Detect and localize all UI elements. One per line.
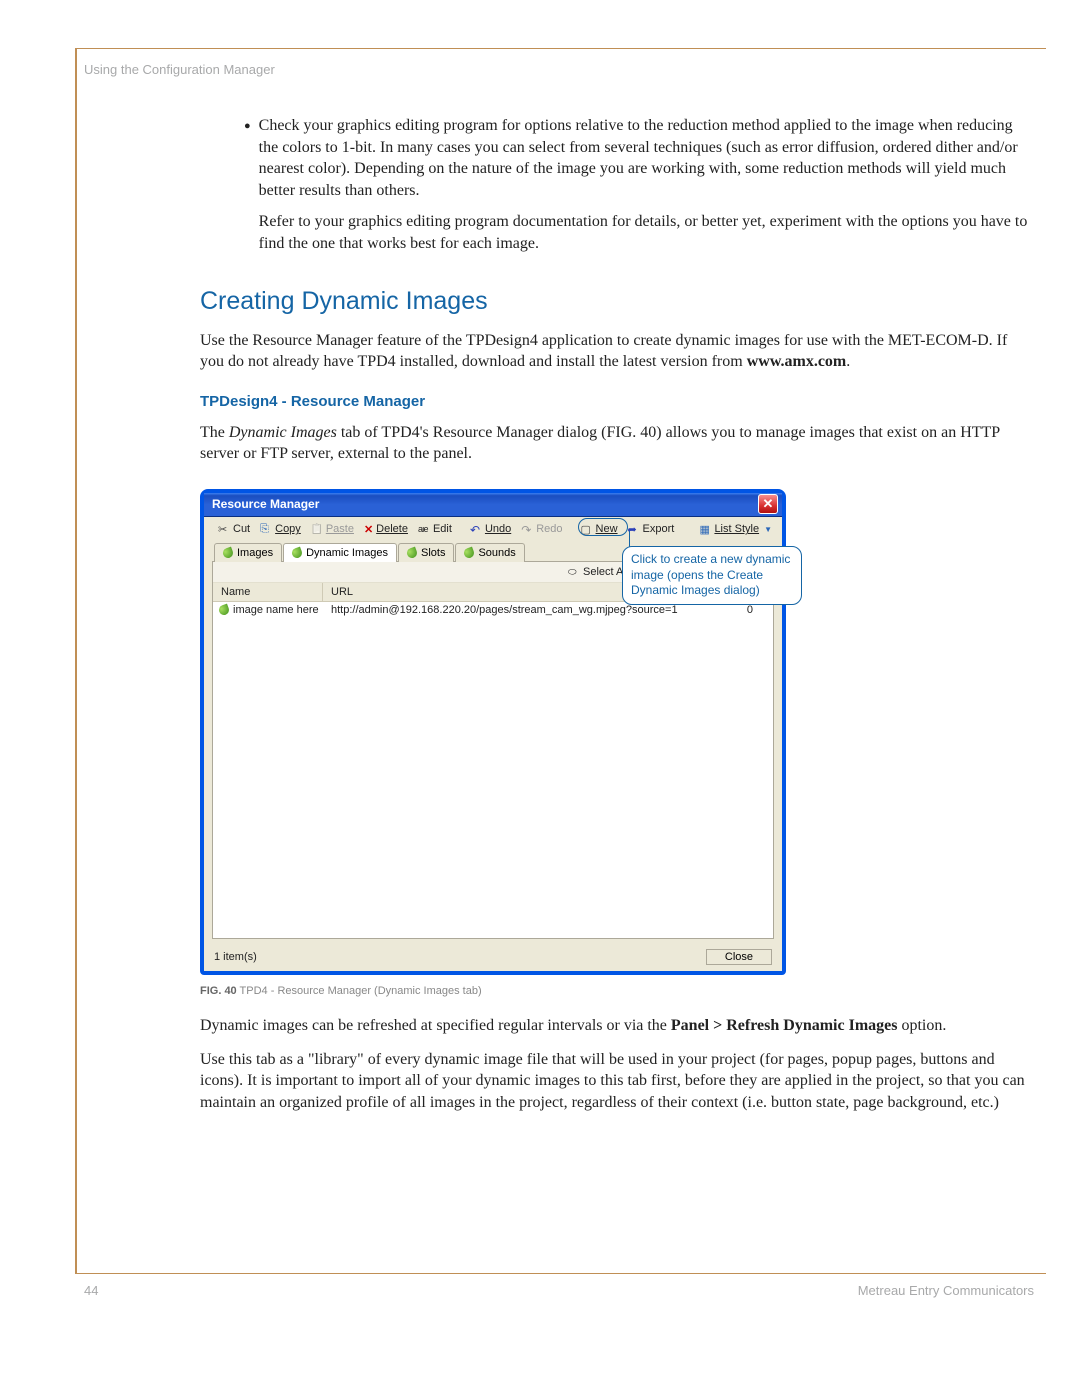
edit-label: Edit (433, 523, 452, 535)
pa1-c: option. (897, 1017, 946, 1034)
footer: 44 Metreau Entry Communicators (0, 1273, 1080, 1313)
tab-slots[interactable]: Slots (398, 543, 454, 562)
tab-label: Sounds (478, 547, 515, 559)
subsection-title: TPDesign4 - Resource Manager (200, 393, 1032, 410)
paste-label: Paste (326, 523, 354, 535)
para-after-2: Use this tab as a "library" of every dyn… (200, 1049, 1032, 1114)
scissors-icon (218, 523, 230, 535)
statusbar: 1 item(s) Close (204, 945, 782, 971)
window-close-button[interactable]: ✕ (758, 494, 778, 514)
redo-button[interactable]: Redo (517, 521, 566, 537)
bullet-text-cont: Refer to your graphics editing program d… (259, 211, 1032, 254)
new-label: New (596, 523, 618, 535)
leaf-icon (222, 547, 235, 560)
liststyle-menu[interactable]: List Style ▼ (699, 523, 772, 535)
intro-text-c: . (846, 353, 850, 370)
tab-dynamic-images[interactable]: Dynamic Images (283, 543, 397, 562)
figcap-num: FIG. 40 (200, 985, 237, 997)
export-button[interactable]: Export (624, 521, 679, 537)
tab-label: Images (237, 547, 273, 559)
undo-label: Undo (485, 523, 511, 535)
new-icon (581, 523, 593, 535)
cut-button[interactable]: Cut (214, 521, 254, 537)
pa1-b: Panel > Refresh Dynamic Images (671, 1017, 898, 1034)
close-icon: ✕ (763, 496, 774, 512)
delete-label: Delete (376, 523, 408, 535)
tab-label: Dynamic Images (306, 547, 388, 559)
intro-link: www.amx.com (747, 353, 847, 370)
top-rule (75, 48, 1046, 49)
page-number: 44 (84, 1283, 98, 1298)
undo-button[interactable]: Undo (466, 521, 515, 537)
header-breadcrumb: Using the Configuration Manager (84, 62, 275, 77)
close-button[interactable]: Close (706, 949, 772, 965)
leaf-icon (406, 547, 419, 560)
footer-rule (75, 1273, 1046, 1274)
bullet-list: ● Check your graphics editing program fo… (244, 115, 1032, 255)
leaf-icon (218, 604, 231, 617)
figure-caption: FIG. 40 TPD4 - Resource Manager (Dynamic… (200, 985, 1032, 997)
sub-b: Dynamic Images (229, 424, 337, 441)
new-button[interactable]: New (577, 521, 622, 537)
tab-label: Slots (421, 547, 445, 559)
left-rule (75, 48, 77, 1273)
export-label: Export (643, 523, 675, 535)
main-content: ● Check your graphics editing program fo… (200, 0, 1032, 1113)
cut-label: Cut (233, 523, 250, 535)
section-title: Creating Dynamic Images (200, 287, 1032, 316)
sub-a: The (200, 424, 229, 441)
pa1-a: Dynamic images can be refreshed at speci… (200, 1017, 671, 1034)
sub-paragraph: The Dynamic Images tab of TPD4's Resourc… (200, 422, 1032, 465)
bullet-text-wrap: Check your graphics editing program for … (259, 115, 1032, 255)
cell-refresh: 0 (707, 604, 773, 616)
redo-label: Redo (536, 523, 562, 535)
cell-url: http://admin@192.168.220.20/pages/stream… (323, 604, 707, 616)
para-after-1: Dynamic images can be refreshed at speci… (200, 1015, 1032, 1037)
tab-images[interactable]: Images (214, 543, 282, 562)
bullet-text: Check your graphics editing program for … (259, 115, 1032, 201)
main-toolbar: Cut Copy Paste ✕ Delete Edit Undo Redo N… (204, 517, 782, 542)
delete-button[interactable]: ✕ Delete (360, 521, 412, 538)
leaf-icon (463, 547, 476, 560)
edit-button[interactable]: Edit (414, 521, 456, 537)
paste-button[interactable]: Paste (307, 521, 358, 537)
paste-icon (311, 523, 323, 535)
list-item: ● Check your graphics editing program fo… (244, 115, 1032, 255)
delete-icon: ✕ (364, 523, 373, 536)
select-icon (568, 566, 580, 578)
copy-label: Copy (275, 523, 301, 535)
copy-button[interactable]: Copy (256, 521, 305, 537)
resource-manager-window: Resource Manager ✕ Click to create a new… (200, 489, 786, 975)
tab-panel: Select All Sort Sort A Name URL Refresh … (212, 561, 774, 939)
edit-icon (418, 523, 430, 535)
undo-icon (470, 523, 482, 535)
intro-text-a: Use the Resource Manager feature of the … (200, 332, 1007, 371)
row-name-text: image name here (233, 604, 319, 616)
annotation-callout: Click to create a new dynamic image (ope… (622, 546, 802, 605)
empty-area (213, 618, 773, 938)
select-all-button[interactable]: Select All (568, 566, 628, 578)
leaf-icon (291, 547, 304, 560)
footer-title: Metreau Entry Communicators (858, 1283, 1034, 1298)
copy-icon (260, 523, 272, 535)
figcap-text: TPD4 - Resource Manager (Dynamic Images … (237, 985, 482, 997)
list-icon (699, 523, 711, 535)
tab-sounds[interactable]: Sounds (455, 543, 524, 562)
dropdown-arrow-icon: ▼ (764, 525, 772, 534)
window-title: Resource Manager (212, 497, 319, 511)
redo-icon (521, 523, 533, 535)
bullet-icon: ● (244, 115, 251, 137)
titlebar: Resource Manager ✕ (204, 493, 782, 517)
liststyle-label: List Style (714, 523, 759, 535)
col-name-header[interactable]: Name (213, 583, 323, 601)
intro-paragraph: Use the Resource Manager feature of the … (200, 330, 1032, 373)
cell-name: image name here (213, 604, 323, 616)
status-text: 1 item(s) (214, 951, 257, 963)
